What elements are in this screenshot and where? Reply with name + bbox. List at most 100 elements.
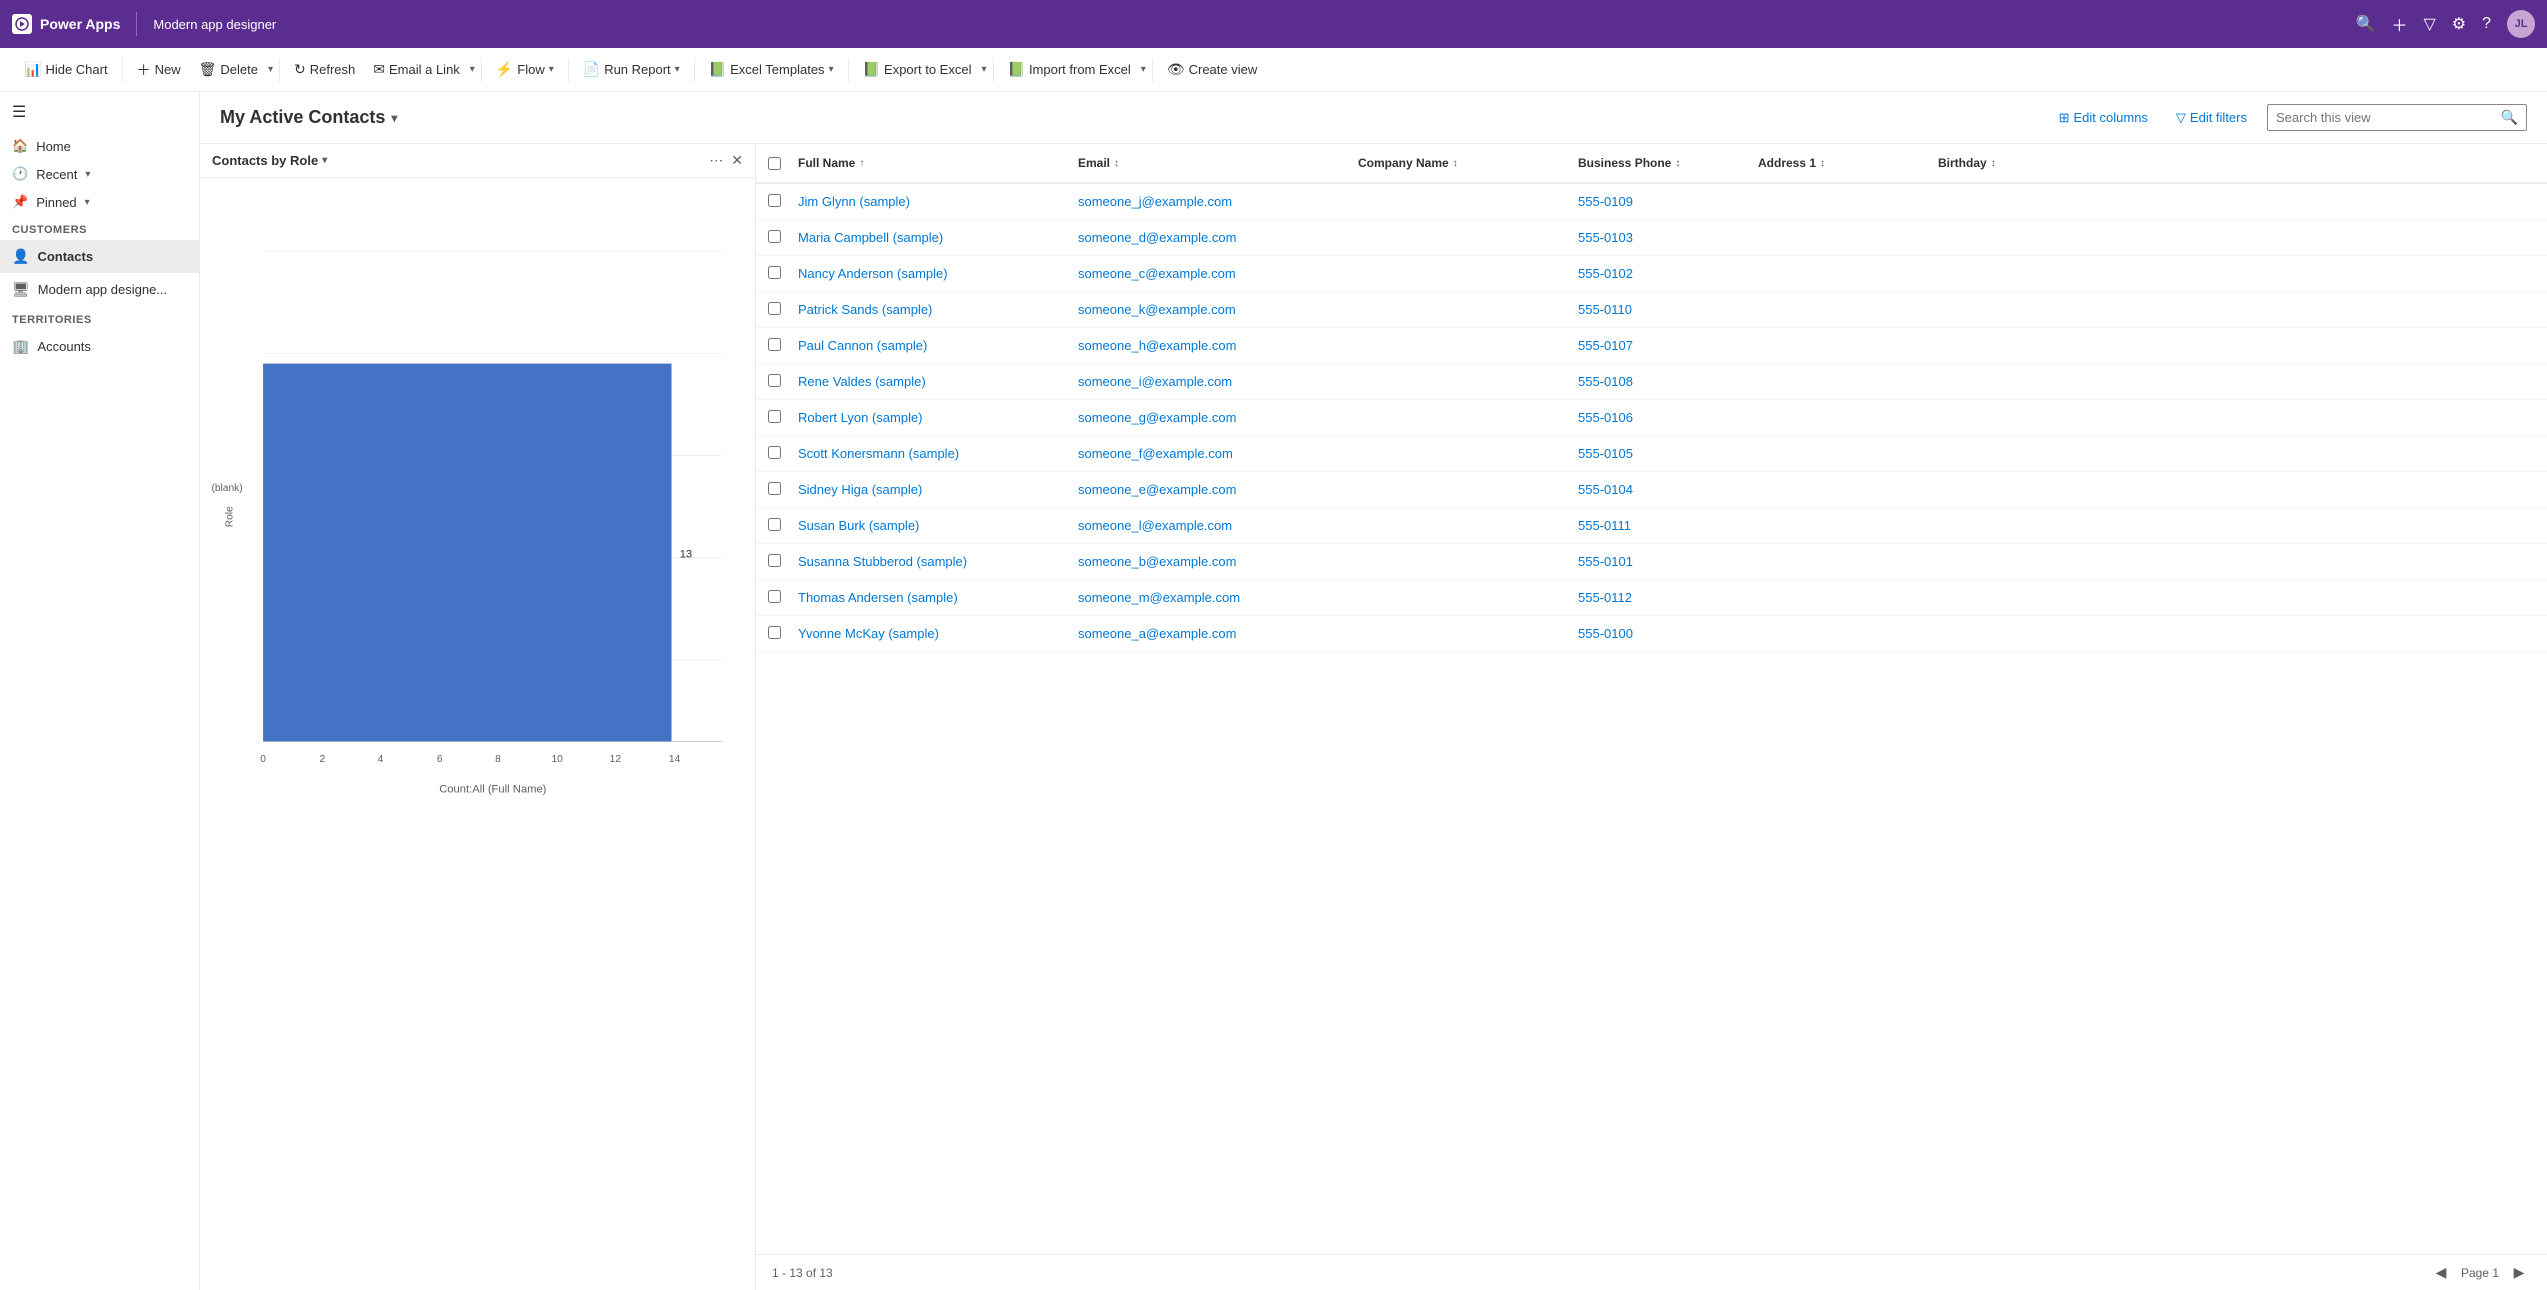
cell-phone-4[interactable]: 555-0107	[1578, 338, 1758, 353]
run-report-button[interactable]: 📄 Run Report ▾	[575, 57, 688, 82]
col-header-fullname[interactable]: Full Name ↑	[798, 156, 1078, 170]
row-checkbox-9[interactable]	[768, 518, 798, 534]
row-checkbox-8[interactable]	[768, 482, 798, 498]
cell-email-11[interactable]: someone_m@example.com	[1078, 590, 1358, 605]
cell-phone-2[interactable]: 555-0102	[1578, 266, 1758, 281]
import-dropdown-icon[interactable]: ▾	[1141, 64, 1146, 75]
cell-email-2[interactable]: someone_c@example.com	[1078, 266, 1358, 281]
cell-phone-6[interactable]: 555-0106	[1578, 410, 1758, 425]
row-select-6[interactable]	[768, 410, 781, 423]
table-row[interactable]: Maria Campbell (sample) someone_d@exampl…	[756, 220, 2547, 256]
cell-phone-1[interactable]: 555-0103	[1578, 230, 1758, 245]
row-select-8[interactable]	[768, 482, 781, 495]
sidebar-item-accounts[interactable]: 🏢 Accounts	[0, 330, 199, 363]
row-select-9[interactable]	[768, 518, 781, 531]
sidebar-item-recent[interactable]: 🕐 Recent ▾	[0, 160, 199, 188]
cell-email-3[interactable]: someone_k@example.com	[1078, 302, 1358, 317]
col-header-birthday[interactable]: Birthday ↕	[1938, 156, 2058, 170]
select-all-checkbox[interactable]	[768, 157, 798, 170]
select-all-input[interactable]	[768, 157, 781, 170]
col-header-email[interactable]: Email ↕	[1078, 156, 1358, 170]
row-checkbox-6[interactable]	[768, 410, 798, 426]
cell-phone-10[interactable]: 555-0101	[1578, 554, 1758, 569]
col-header-address[interactable]: Address 1 ↕	[1758, 156, 1938, 170]
table-row[interactable]: Paul Cannon (sample) someone_h@example.c…	[756, 328, 2547, 364]
sidebar-item-pinned[interactable]: 📌 Pinned ▾	[0, 188, 199, 216]
flow-button[interactable]: ⚡ Flow ▾	[488, 57, 562, 82]
chart-close-icon[interactable]: ✕	[731, 152, 743, 169]
cell-email-9[interactable]: someone_l@example.com	[1078, 518, 1358, 533]
cell-fullname-8[interactable]: Sidney Higa (sample)	[798, 482, 1078, 497]
row-checkbox-2[interactable]	[768, 266, 798, 282]
cell-fullname-7[interactable]: Scott Konersmann (sample)	[798, 446, 1078, 461]
cell-fullname-10[interactable]: Susanna Stubberod (sample)	[798, 554, 1078, 569]
sidebar-item-home[interactable]: 🏠 Home	[0, 132, 199, 160]
row-select-4[interactable]	[768, 338, 781, 351]
row-select-7[interactable]	[768, 446, 781, 459]
cell-fullname-2[interactable]: Nancy Anderson (sample)	[798, 266, 1078, 281]
row-checkbox-1[interactable]	[768, 230, 798, 246]
cell-fullname-6[interactable]: Robert Lyon (sample)	[798, 410, 1078, 425]
import-from-excel-button[interactable]: 📗 Import from Excel	[1000, 57, 1139, 82]
table-row[interactable]: Susanna Stubberod (sample) someone_b@exa…	[756, 544, 2547, 580]
cell-email-5[interactable]: someone_i@example.com	[1078, 374, 1358, 389]
row-select-2[interactable]	[768, 266, 781, 279]
page-prev-button[interactable]: ◀	[2429, 1261, 2453, 1285]
search-icon[interactable]: 🔍	[2356, 14, 2376, 34]
sidebar-item-contacts[interactable]: 👤 Contacts	[0, 240, 199, 273]
cell-phone-7[interactable]: 555-0105	[1578, 446, 1758, 461]
cell-email-12[interactable]: someone_a@example.com	[1078, 626, 1358, 641]
cell-email-7[interactable]: someone_f@example.com	[1078, 446, 1358, 461]
cell-phone-11[interactable]: 555-0112	[1578, 590, 1758, 605]
cell-phone-8[interactable]: 555-0104	[1578, 482, 1758, 497]
export-dropdown-icon[interactable]: ▾	[981, 64, 986, 75]
row-checkbox-12[interactable]	[768, 626, 798, 642]
search-box[interactable]: 🔍	[2267, 104, 2527, 131]
cell-email-0[interactable]: someone_j@example.com	[1078, 194, 1358, 209]
settings-icon[interactable]: ⚙	[2452, 14, 2466, 34]
cell-fullname-9[interactable]: Susan Burk (sample)	[798, 518, 1078, 533]
col-header-company[interactable]: Company Name ↕	[1358, 156, 1578, 170]
cell-email-10[interactable]: someone_b@example.com	[1078, 554, 1358, 569]
row-checkbox-10[interactable]	[768, 554, 798, 570]
row-checkbox-0[interactable]	[768, 194, 798, 210]
cell-fullname-0[interactable]: Jim Glynn (sample)	[798, 194, 1078, 209]
hide-chart-button[interactable]: 📊 Hide Chart	[16, 57, 116, 82]
cell-phone-5[interactable]: 555-0108	[1578, 374, 1758, 389]
cell-fullname-1[interactable]: Maria Campbell (sample)	[798, 230, 1078, 245]
filter-icon[interactable]: ▽	[2423, 14, 2435, 34]
delete-button[interactable]: 🗑 Delete	[191, 57, 266, 82]
cell-phone-0[interactable]: 555-0109	[1578, 194, 1758, 209]
add-icon[interactable]: ＋	[2391, 12, 2407, 36]
view-title-dropdown-icon[interactable]: ▾	[391, 111, 397, 125]
row-checkbox-4[interactable]	[768, 338, 798, 354]
table-row[interactable]: Sidney Higa (sample) someone_e@example.c…	[756, 472, 2547, 508]
row-checkbox-5[interactable]	[768, 374, 798, 390]
table-row[interactable]: Patrick Sands (sample) someone_k@example…	[756, 292, 2547, 328]
row-checkbox-11[interactable]	[768, 590, 798, 606]
row-select-11[interactable]	[768, 590, 781, 603]
row-select-10[interactable]	[768, 554, 781, 567]
row-checkbox-3[interactable]	[768, 302, 798, 318]
table-row[interactable]: Susan Burk (sample) someone_l@example.co…	[756, 508, 2547, 544]
sidebar-toggle[interactable]: ☰	[0, 92, 199, 132]
email-dropdown-icon[interactable]: ▾	[470, 64, 475, 75]
cell-email-1[interactable]: someone_d@example.com	[1078, 230, 1358, 245]
app-logo[interactable]: Power Apps	[12, 14, 120, 34]
edit-columns-button[interactable]: ⊞ Edit columns	[2051, 106, 2156, 130]
cell-phone-9[interactable]: 555-0111	[1578, 518, 1758, 533]
refresh-button[interactable]: ↻ Refresh	[286, 57, 363, 82]
sidebar-item-modern-app-designer[interactable]: 🖥 Modern app designe...	[0, 273, 199, 306]
excel-templates-button[interactable]: 📗 Excel Templates ▾	[701, 57, 842, 82]
chart-title-dropdown-icon[interactable]: ▾	[322, 155, 327, 166]
create-view-button[interactable]: 👁 Create view	[1159, 57, 1265, 82]
row-checkbox-7[interactable]	[768, 446, 798, 462]
chart-more-options-icon[interactable]: ⋯	[709, 152, 723, 169]
table-row[interactable]: Robert Lyon (sample) someone_g@example.c…	[756, 400, 2547, 436]
cell-fullname-12[interactable]: Yvonne McKay (sample)	[798, 626, 1078, 641]
table-row[interactable]: Nancy Anderson (sample) someone_c@exampl…	[756, 256, 2547, 292]
cell-email-6[interactable]: someone_g@example.com	[1078, 410, 1358, 425]
cell-fullname-11[interactable]: Thomas Andersen (sample)	[798, 590, 1078, 605]
row-select-3[interactable]	[768, 302, 781, 315]
cell-email-8[interactable]: someone_e@example.com	[1078, 482, 1358, 497]
